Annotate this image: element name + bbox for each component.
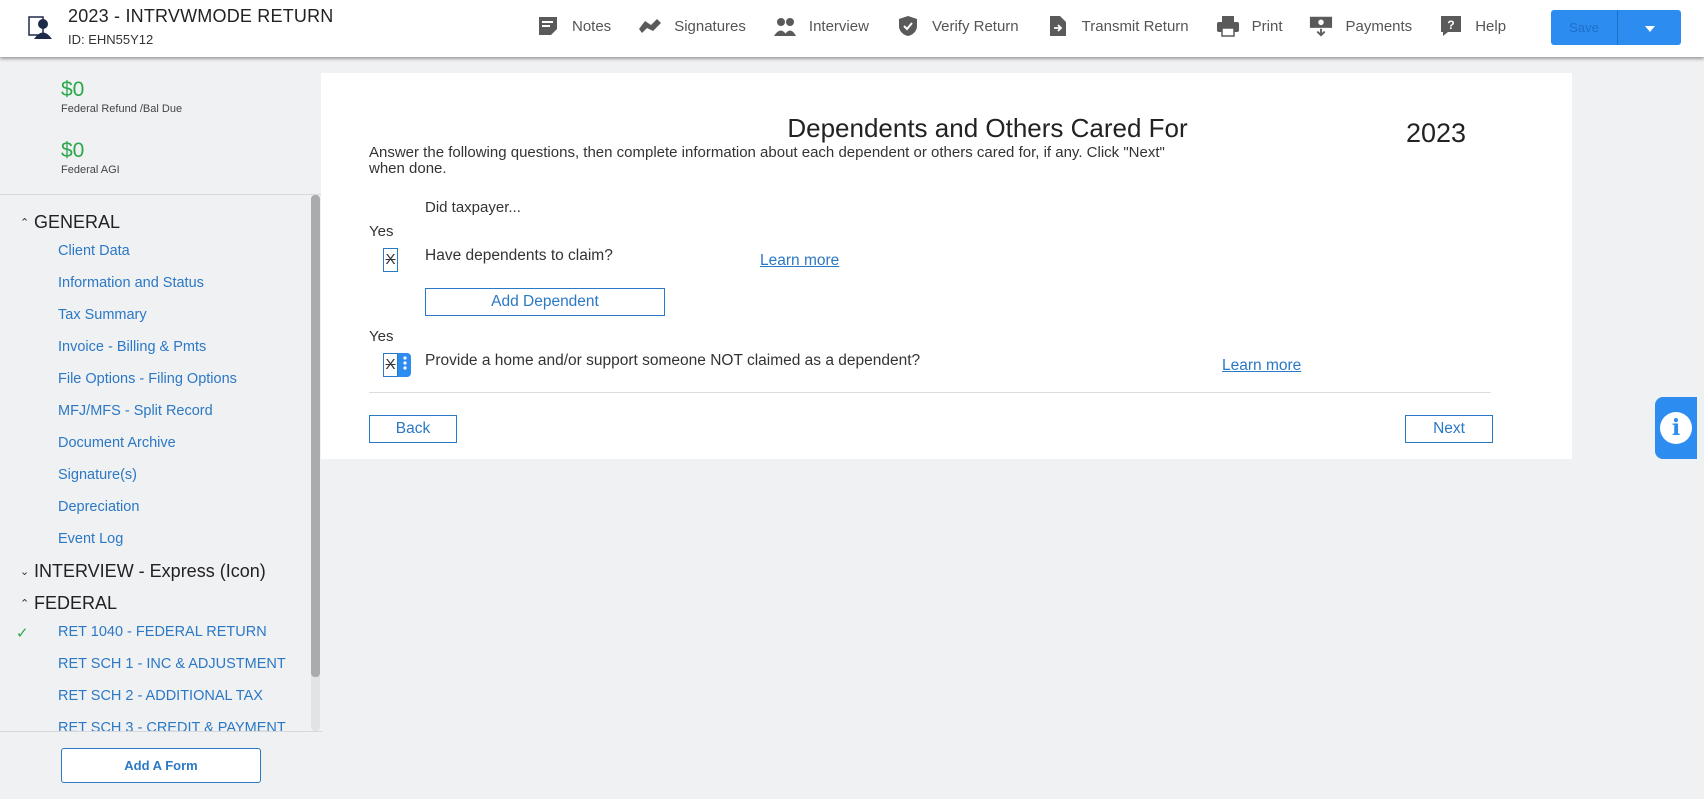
transmit-icon — [1046, 14, 1070, 38]
sidebar-item-ret-sch-1[interactable]: RET SCH 1 - INC & ADJUSTMENT — [58, 656, 286, 672]
question-have-dependents: Have dependents to claim? — [425, 247, 613, 264]
toolbar: Notes Signatures Interview Verify Return… — [536, 14, 1533, 38]
help-button[interactable]: ? Help — [1439, 14, 1506, 38]
question-support-someone: Provide a home and/or support someone NO… — [425, 352, 921, 369]
sidebar-item-ret-1040[interactable]: RET 1040 - FEDERAL RETURN — [58, 624, 267, 640]
sidebar-item-split-record[interactable]: MFJ/MFS - Split Record — [58, 403, 213, 419]
sidebar-item-ret-sch-2[interactable]: RET SCH 2 - ADDITIONAL TAX — [58, 688, 263, 704]
checkbox-menu-button[interactable] — [398, 353, 411, 377]
transmit-return-label: Transmit Return — [1081, 17, 1189, 35]
info-panel-tab[interactable]: i — [1655, 397, 1697, 459]
form-tree: ⌃ GENERAL Client Data Information and St… — [0, 195, 312, 731]
sidebar-item-invoice[interactable]: Invoice - Billing & Pmts — [58, 339, 206, 355]
learn-more-link[interactable]: Learn more — [760, 252, 839, 270]
top-bar: 2023 - INTRVWMODE RETURN ID: EHN55Y12 No… — [0, 0, 1704, 57]
checkmark-icon: ✓ — [16, 625, 29, 642]
sidebar-item-document-archive[interactable]: Document Archive — [58, 435, 176, 451]
shield-check-icon — [896, 14, 920, 38]
scrollbar-thumb[interactable] — [311, 195, 320, 677]
save-button[interactable]: Save — [1551, 10, 1617, 45]
notes-label: Notes — [572, 17, 612, 35]
support-others-checkbox[interactable]: X — [383, 353, 398, 377]
interview-icon — [773, 14, 797, 38]
section-interview-label: INTERVIEW - Express (Icon) — [34, 561, 266, 581]
chevron-up-icon: ⌃ — [20, 217, 30, 229]
save-group: Save — [1551, 10, 1681, 45]
tax-year: 2023 — [1406, 118, 1467, 148]
section-general-label: GENERAL — [34, 212, 121, 232]
section-federal-label: FEDERAL — [34, 593, 118, 613]
refund-summary: $0 Federal Refund /Bal Due — [61, 78, 182, 115]
chevron-up-icon: ⌃ — [20, 598, 30, 610]
return-id: ID: EHN55Y12 — [68, 32, 154, 47]
agi-summary: $0 Federal AGI — [61, 139, 120, 176]
back-button[interactable]: Back — [369, 415, 457, 443]
sidebar-item-event-log[interactable]: Event Log — [58, 531, 123, 547]
printer-icon — [1216, 14, 1240, 38]
svg-text:?: ? — [1448, 18, 1455, 32]
yes-column-label: Yes — [369, 328, 394, 345]
refund-amount: $0 — [61, 78, 85, 101]
payments-icon — [1309, 14, 1333, 38]
payments-label: Payments — [1345, 17, 1413, 35]
signatures-button[interactable]: Signatures — [638, 14, 746, 38]
return-person-icon — [28, 14, 54, 40]
divider — [369, 392, 1491, 393]
dependents-form-card: Dependents and Others Cared For 2023 Ans… — [321, 73, 1572, 459]
help-icon: ? — [1439, 14, 1463, 38]
sidebar-item-ret-sch-3[interactable]: RET SCH 3 - CREDIT & PAYMENT — [58, 720, 286, 731]
print-button[interactable]: Print — [1216, 14, 1283, 38]
sidebar-item-depreciation[interactable]: Depreciation — [58, 499, 139, 515]
refund-label: Federal Refund /Bal Due — [61, 103, 183, 115]
help-label: Help — [1475, 17, 1507, 35]
sidebar-scrollbar[interactable] — [311, 195, 320, 731]
interview-button[interactable]: Interview — [773, 14, 869, 38]
learn-more-link[interactable]: Learn more — [1222, 357, 1301, 375]
sidebar-item-information-status[interactable]: Information and Status — [58, 275, 204, 291]
notes-icon — [536, 14, 560, 38]
chevron-down-icon: ⌄ — [20, 566, 30, 578]
sidebar-item-tax-summary[interactable]: Tax Summary — [58, 307, 147, 323]
verify-return-button[interactable]: Verify Return — [896, 14, 1019, 38]
section-general[interactable]: ⌃ GENERAL — [20, 212, 120, 233]
kebab-menu-icon — [402, 355, 407, 375]
sidebar-item-client-data[interactable]: Client Data — [58, 243, 130, 259]
caret-down-icon — [1644, 20, 1655, 35]
interview-label: Interview — [808, 17, 869, 35]
info-icon: i — [1660, 412, 1692, 444]
sidebar-item-file-options[interactable]: File Options - Filing Options — [58, 371, 237, 387]
instructions-text: Answer the following questions, then com… — [369, 144, 1165, 177]
signatures-label: Signatures — [674, 17, 746, 35]
section-federal[interactable]: ⌃ FEDERAL — [20, 593, 117, 614]
section-interview[interactable]: ⌄ INTERVIEW - Express (Icon) — [20, 561, 266, 582]
add-form-button[interactable]: Add A Form — [61, 748, 261, 783]
save-options-dropdown[interactable] — [1617, 10, 1681, 45]
dependents-checkbox[interactable]: X — [383, 248, 398, 272]
return-title: 2023 - INTRVWMODE RETURN — [68, 6, 334, 26]
agi-amount: $0 — [61, 139, 85, 162]
print-label: Print — [1251, 17, 1283, 35]
yes-column-label: Yes — [369, 223, 394, 240]
verify-return-label: Verify Return — [931, 17, 1019, 35]
sidebar-item-signatures[interactable]: Signature(s) — [58, 467, 137, 483]
add-dependent-button[interactable]: Add Dependent — [425, 288, 665, 316]
payments-button[interactable]: Payments — [1309, 14, 1412, 38]
did-taxpayer-label: Did taxpayer... — [425, 199, 521, 216]
signature-icon — [638, 14, 662, 38]
notes-button[interactable]: Notes — [536, 14, 611, 38]
sidebar: $0 Federal Refund /Bal Due $0 Federal AG… — [0, 57, 322, 799]
next-button[interactable]: Next — [1405, 415, 1493, 443]
transmit-return-button[interactable]: Transmit Return — [1046, 14, 1189, 38]
page-title: Dependents and Others Cared For — [787, 113, 1188, 143]
agi-label: Federal AGI — [61, 164, 120, 176]
divider — [0, 731, 322, 732]
